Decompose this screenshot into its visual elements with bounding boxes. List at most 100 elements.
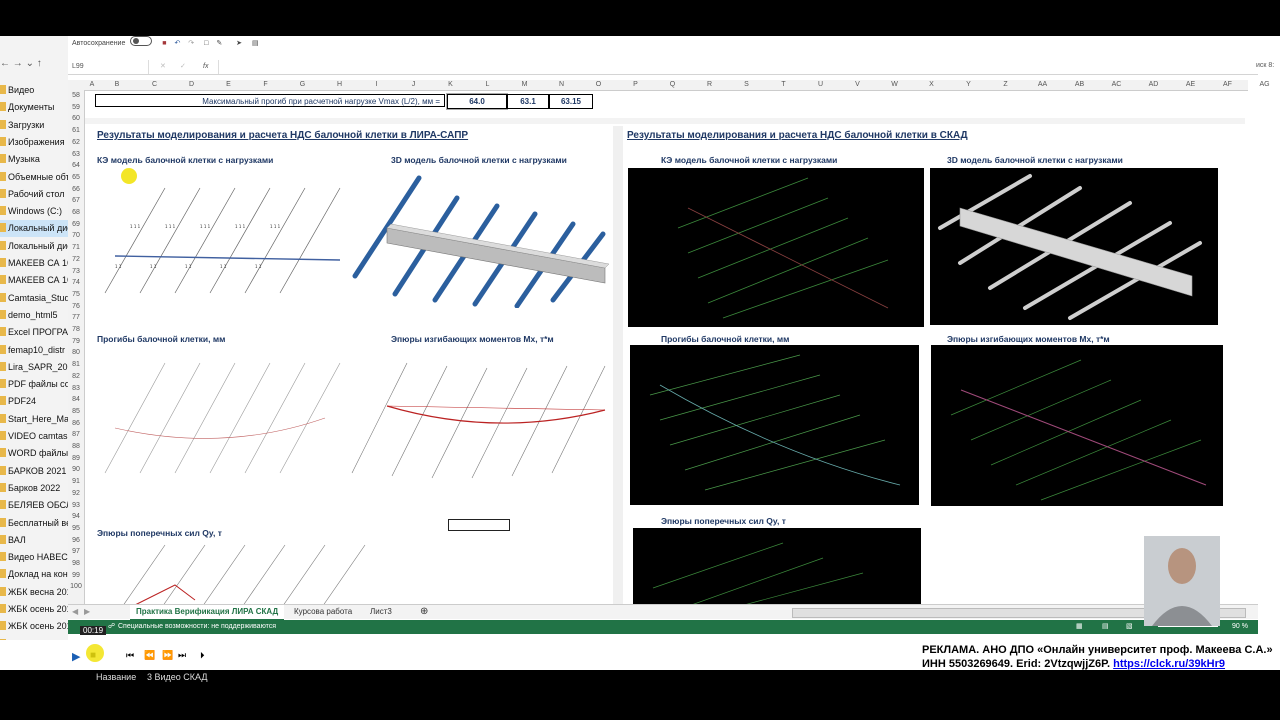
row-header[interactable]: 63 (68, 151, 84, 158)
explorer-folder-item[interactable]: Рабочий стол (0, 186, 68, 203)
column-header[interactable]: L (469, 80, 506, 90)
row-header[interactable]: 58 (68, 92, 84, 99)
selected-cell-outline[interactable] (448, 519, 510, 531)
column-header[interactable]: I (358, 80, 395, 90)
check-icon[interactable]: ✓ (180, 60, 186, 74)
explorer-folder-item[interactable]: БЕЛЯЕВ ОБСЛЕ (0, 497, 68, 514)
explorer-folder-item[interactable]: Camtasia_Studio (0, 290, 68, 307)
column-header[interactable]: N (543, 80, 580, 90)
row-header[interactable]: 85 (68, 408, 84, 415)
row-header[interactable]: 69 (68, 221, 84, 228)
row-header[interactable]: 64 (68, 162, 84, 169)
column-header[interactable]: Q (654, 80, 691, 90)
explorer-folder-item[interactable]: PDF24 (0, 393, 68, 410)
column-header[interactable]: R (691, 80, 728, 90)
column-header[interactable]: Z (987, 80, 1024, 90)
zoom-level[interactable]: 90 % (1232, 620, 1248, 634)
row-header[interactable]: 86 (68, 420, 84, 427)
row-header[interactable]: 80 (68, 349, 84, 356)
row-header[interactable]: 82 (68, 373, 84, 380)
row-header[interactable]: 78 (68, 326, 84, 333)
column-header[interactable]: A (86, 80, 98, 90)
page-break-icon[interactable]: ▧ (1126, 620, 1133, 634)
ad-link[interactable]: https://clck.ru/39kHr9 (1113, 658, 1225, 670)
row-header[interactable]: 98 (68, 560, 84, 567)
tab-course-work[interactable]: Курсова работа (294, 605, 352, 619)
row-header[interactable]: 89 (68, 455, 84, 462)
row-header[interactable]: 96 (68, 537, 84, 544)
explorer-folder-item[interactable]: ЖБК осень 2019 (0, 618, 68, 635)
explorer-folder-item[interactable]: Excel ПРОГРАМ (0, 324, 68, 341)
sort-icon[interactable]: ▤ (252, 40, 259, 47)
row-header[interactable]: 84 (68, 396, 84, 403)
column-header[interactable]: W (876, 80, 913, 90)
rewind-icon[interactable]: ⏪ (144, 650, 155, 661)
row-header[interactable]: 72 (68, 256, 84, 263)
explorer-folder-item[interactable]: demo_html5 (0, 307, 68, 324)
scad-shear-image[interactable] (633, 528, 921, 608)
explorer-folder-item[interactable]: Загрузки (0, 117, 68, 134)
scad-fe-model-image[interactable] (628, 168, 924, 327)
scad-value-cell[interactable]: 63.1 (507, 94, 549, 109)
prev-sheet-icon[interactable]: ◀ (72, 605, 78, 619)
explorer-folder-item[interactable]: ЖБК весна 2019 (0, 584, 68, 601)
forward-arrow-icon[interactable]: → (13, 58, 23, 69)
column-header[interactable]: O (580, 80, 617, 90)
explorer-folder-item[interactable]: Локальный дис (0, 220, 68, 238)
row-header[interactable]: 67 (68, 197, 84, 204)
explorer-folder-item[interactable]: Документы (0, 99, 68, 116)
row-header[interactable]: 66 (68, 186, 84, 193)
sheet-grid[interactable]: Максимальный прогиб при расчетной нагруз… (85, 90, 1245, 610)
column-header[interactable]: K (432, 80, 469, 90)
explorer-folder-item[interactable]: PDF файлы со (0, 376, 68, 393)
column-header[interactable]: J (395, 80, 432, 90)
row-header[interactable]: 88 (68, 443, 84, 450)
row-header[interactable]: 99 (68, 572, 84, 579)
next-frame-icon[interactable]: ⏵ (200, 650, 205, 661)
lira-fe-model-image[interactable]: 1 1 1 1 1 1 1 1 1 1 1 1 1 1 1 1 1 1 1 1 1 1 1 1 … (85, 168, 345, 308)
paint-icon[interactable]: ✎ (216, 40, 222, 47)
row-header[interactable]: 93 (68, 502, 84, 509)
explorer-folder-item[interactable]: Локальный дис (0, 238, 68, 255)
column-header[interactable]: V (839, 80, 876, 90)
row-header[interactable]: 71 (68, 244, 84, 251)
row-header[interactable]: 62 (68, 139, 84, 146)
cursor-icon[interactable]: ➤ (236, 40, 242, 47)
column-header[interactable]: C (136, 80, 173, 90)
column-header[interactable]: AE (1172, 80, 1209, 90)
skip-start-icon[interactable]: ⏮ (126, 650, 134, 661)
row-header[interactable]: 65 (68, 174, 84, 181)
autosave-toggle[interactable] (130, 36, 153, 46)
explorer-folder-item[interactable]: Lira_SAPR_2016 (0, 359, 68, 376)
column-header[interactable]: AA (1024, 80, 1061, 90)
max-deflection-label-cell[interactable]: Максимальный прогиб при расчетной нагруз… (95, 94, 445, 107)
row-header[interactable]: 95 (68, 525, 84, 532)
row-header[interactable]: 79 (68, 338, 84, 345)
row-header[interactable]: 75 (68, 291, 84, 298)
normal-view-icon[interactable]: ▦ (1076, 620, 1083, 634)
forward-icon[interactable]: ⏩ (162, 650, 173, 661)
play-icon[interactable]: ▶ (72, 650, 80, 663)
name-box[interactable]: L99 (72, 60, 149, 74)
back-arrow-icon[interactable]: ← (0, 58, 10, 69)
explorer-folder-item[interactable]: БАРКОВ 2021 (0, 463, 68, 480)
format-icon[interactable]: □ (204, 40, 208, 47)
column-header[interactable]: X (913, 80, 950, 90)
lira-moment-image[interactable] (347, 348, 609, 488)
scad-3d-model-image[interactable] (930, 168, 1218, 325)
lira-value-cell[interactable]: 64.0 (446, 93, 508, 110)
column-header[interactable]: F (247, 80, 284, 90)
column-header[interactable]: P (617, 80, 654, 90)
row-header[interactable]: 73 (68, 268, 84, 275)
explorer-folder-item[interactable]: ЖБК осень 2018 (0, 601, 68, 618)
explorer-folder-item[interactable]: Windows (C:) (0, 203, 68, 220)
row-header[interactable]: 83 (68, 385, 84, 392)
undo-icon[interactable]: ↶ (174, 40, 180, 47)
chevron-down-icon[interactable]: ⌄ (26, 58, 34, 69)
next-sheet-icon[interactable]: ▶ (84, 605, 90, 619)
accessibility-icon[interactable]: ☍ (108, 620, 115, 634)
save-icon[interactable]: ■ (162, 40, 166, 47)
page-layout-icon[interactable]: ▤ (1102, 620, 1109, 634)
column-header[interactable]: AD (1135, 80, 1172, 90)
row-header[interactable]: 92 (68, 490, 84, 497)
